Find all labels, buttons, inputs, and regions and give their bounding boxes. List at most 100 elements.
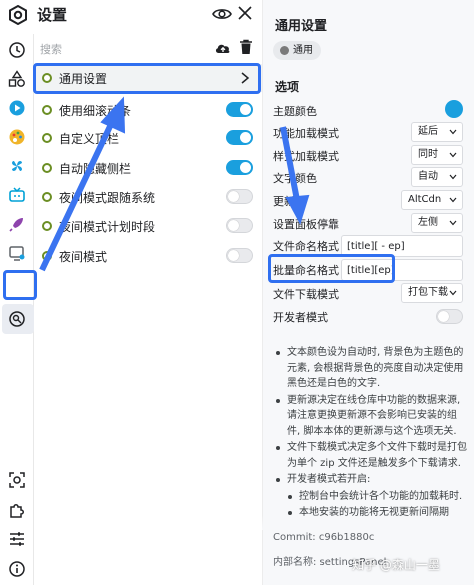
status-dot — [42, 163, 52, 173]
menu-item-dark-mode: 夜间模式 — [34, 242, 262, 270]
select-value: 延后 — [418, 126, 438, 137]
description-item: 文件下载模式决定多个文件下载时是打包为单个 zip 文件还是触发多个下载请求. — [273, 440, 469, 471]
menu-item-label: 使用细滚动条 — [59, 104, 132, 118]
option-label: 主题颜色 — [273, 105, 317, 118]
chip-dot — [280, 46, 289, 55]
text-color-select[interactable]: 自动 — [411, 167, 463, 187]
option-theme-color: 主题颜色 — [273, 100, 467, 122]
search-bar — [34, 38, 262, 60]
option-dock-side: 设置面板停靠 左侧 — [273, 213, 467, 235]
highlight-box-batch-name — [268, 254, 395, 283]
rocket-icon[interactable] — [7, 214, 27, 234]
screenshot-icon[interactable] — [7, 243, 27, 263]
status-dot — [42, 105, 52, 115]
menu-item-dark-schedule: 夜间模式计划时段 — [34, 212, 262, 240]
menu-item-label: 自动隐藏侧栏 — [59, 162, 132, 176]
option-label: 设置面板停靠 — [273, 218, 339, 231]
cloud-upload-icon[interactable] — [214, 40, 232, 56]
option-dev-mode: 开发者模式 — [273, 306, 467, 328]
option-update-source: 更新源 AltCdn — [273, 190, 467, 212]
option-text-color: 文字颜色 自动 — [273, 167, 467, 189]
select-value: AltCdn — [408, 194, 442, 205]
sliders-icon[interactable] — [7, 529, 27, 549]
description-item: 开发者模式若开启: — [273, 472, 469, 488]
section-heading: 选项 — [275, 80, 300, 94]
select-value: 同时 — [418, 149, 438, 160]
info-icon[interactable] — [7, 559, 27, 579]
shapes-icon[interactable] — [7, 69, 27, 89]
toggle-switch[interactable] — [226, 248, 253, 263]
commit-hash: Commit: c96b1880c — [273, 532, 375, 543]
category-rail — [0, 34, 34, 585]
toggle-switch[interactable] — [226, 160, 253, 175]
detail-panel: 通用设置 通用 选项 主题颜色 功能加载模式 延后 样式加载模式 同时 文字颜色… — [262, 0, 474, 585]
color-swatch[interactable] — [445, 100, 463, 118]
option-download-mode: 文件下载模式 打包下载 — [273, 283, 467, 305]
toggle-switch[interactable] — [226, 102, 253, 117]
status-dot — [42, 133, 52, 143]
toggle-switch[interactable] — [226, 130, 253, 145]
notes-fade — [262, 515, 474, 530]
settings-logo-icon — [9, 5, 27, 25]
menu-item-label: 自定义顶栏 — [59, 132, 120, 146]
chevron-down-icon — [449, 220, 457, 226]
description-list: 文本颜色设为自动时, 背景色为主题色的元素, 会根据背景色的亮度自动决定使用黑色… — [273, 345, 469, 522]
option-label: 开发者模式 — [273, 311, 328, 324]
settings-header: 设置 — [0, 0, 262, 32]
tv-icon[interactable] — [7, 185, 27, 205]
chevron-down-icon — [449, 129, 457, 135]
option-label: 文件命名格式 — [273, 240, 339, 253]
chevron-down-icon — [449, 152, 457, 158]
watermark-text: 知乎 @森山一墨 — [352, 558, 440, 572]
option-style-mode: 样式加载模式 同时 — [273, 145, 467, 167]
style-mode-select[interactable]: 同时 — [411, 145, 463, 165]
menu-item-dark-follow-system: 夜间模式跟随系统 — [34, 183, 262, 211]
clock-icon[interactable] — [7, 40, 27, 60]
chevron-down-icon — [449, 174, 457, 180]
toggle-switch[interactable] — [226, 189, 253, 204]
chip-label: 通用 — [293, 45, 313, 56]
perf-mode-select[interactable]: 延后 — [411, 122, 463, 142]
description-item: 更新源决定在线仓库中功能的数据来源, 请注意更换更新源不会影响已安装的组件, 脚… — [273, 393, 469, 440]
status-dot — [42, 221, 52, 231]
menu-item-label: 夜间模式 — [59, 250, 108, 264]
download-mode-select[interactable]: 打包下载 — [401, 283, 463, 303]
puzzle-icon[interactable] — [7, 500, 27, 520]
menu-item-thin-scrollbar: 使用细滚动条 — [34, 96, 262, 124]
dev-mode-toggle[interactable] — [436, 309, 463, 324]
menu-item-auto-hide-sidebar: 自动隐藏侧栏 — [34, 154, 262, 182]
search-input[interactable] — [40, 40, 200, 58]
category-chip[interactable]: 通用 — [273, 41, 321, 60]
option-label: 文字颜色 — [273, 172, 317, 185]
detail-title: 通用设置 — [275, 19, 328, 34]
chevron-down-icon — [449, 290, 457, 296]
select-value: 自动 — [418, 171, 438, 182]
eye-icon[interactable] — [212, 6, 232, 22]
option-label: 更新源 — [273, 195, 306, 208]
play-icon[interactable] — [7, 98, 27, 118]
pinwheel-icon[interactable] — [7, 156, 27, 176]
status-dot — [42, 251, 52, 261]
palette-icon[interactable] — [7, 127, 27, 147]
menu-item-label: 夜间模式计划时段 — [59, 220, 156, 234]
dock-side-select[interactable]: 左侧 — [411, 213, 463, 233]
option-label: 样式加载模式 — [273, 150, 339, 163]
select-value: 左侧 — [418, 217, 438, 228]
description-item: 文本颜色设为自动时, 背景色为主题色的元素, 会根据背景色的亮度自动决定使用黑色… — [273, 345, 469, 392]
highlight-box-rail — [3, 270, 37, 300]
capture-icon[interactable] — [7, 470, 27, 490]
menu-item-custom-topbar: 自定义顶栏 — [34, 124, 262, 152]
menu-item-label: 夜间模式跟随系统 — [59, 191, 156, 205]
settings-title: 设置 — [37, 6, 68, 24]
highlight-box-general — [33, 63, 261, 94]
select-value: 打包下载 — [408, 287, 448, 298]
description-subitem: 控制台中会统计各个功能的加载耗时. — [273, 489, 469, 505]
settings-search-icon[interactable] — [7, 309, 27, 329]
status-dot — [42, 192, 52, 202]
toggle-switch[interactable] — [226, 218, 253, 233]
update-source-select[interactable]: AltCdn — [401, 190, 463, 210]
option-perf-mode: 功能加载模式 延后 — [273, 122, 467, 144]
close-icon[interactable] — [238, 6, 252, 20]
option-label: 文件下载模式 — [273, 288, 339, 301]
trash-icon[interactable] — [239, 39, 253, 55]
